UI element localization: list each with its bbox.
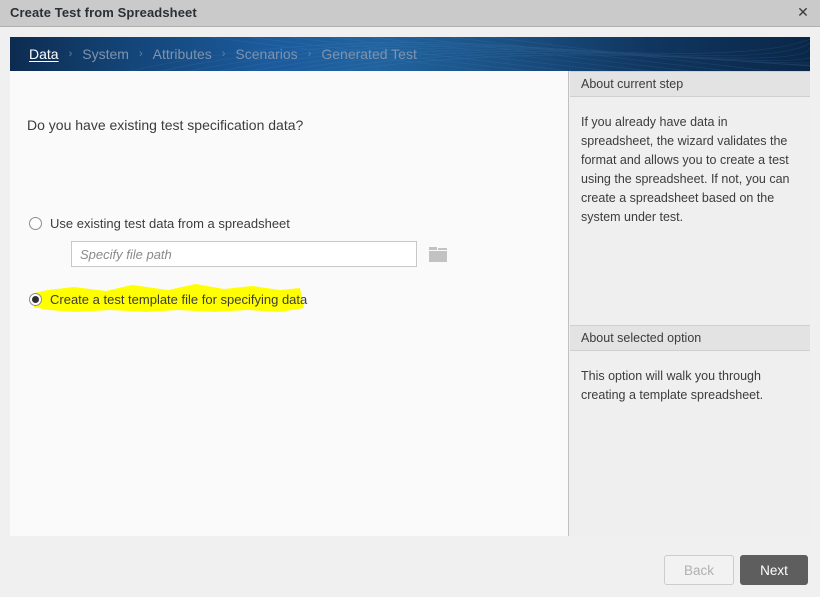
radio-label-create-template[interactable]: Create a test template file for specifyi… [50,292,307,307]
sidebar-section-body-current-step: If you already have data in spreadsheet,… [570,97,810,241]
radio-option-use-existing[interactable]: Use existing test data from a spreadshee… [29,216,290,231]
sidebar-section-body-selected-option: This option will walk you through creati… [570,351,810,419]
help-sidebar: About current step If you already have d… [570,71,810,536]
back-button[interactable]: Back [664,555,734,585]
breadcrumb-separator: › [213,48,235,60]
breadcrumb: Data › System › Attributes › Scenarios ›… [28,37,418,71]
wizard-banner: Data › System › Attributes › Scenarios ›… [10,37,810,71]
breadcrumb-separator: › [130,48,152,60]
breadcrumb-step-scenarios[interactable]: Scenarios [234,46,298,62]
radio-icon-unselected[interactable] [29,217,42,230]
radio-label-use-existing[interactable]: Use existing test data from a spreadshee… [50,216,290,231]
breadcrumb-step-attributes[interactable]: Attributes [152,46,213,62]
breadcrumb-separator: › [60,48,82,60]
sidebar-section-header-selected-option: About selected option [570,325,810,351]
file-path-input[interactable] [71,241,417,267]
breadcrumb-separator: › [299,48,321,60]
folder-icon-body [429,251,447,262]
window-title-bar: Create Test from Spreadsheet ✕ [0,0,820,27]
close-icon[interactable]: ✕ [792,3,814,24]
breadcrumb-step-system[interactable]: System [81,46,130,62]
breadcrumb-step-data[interactable]: Data [28,46,60,62]
radio-icon-selected[interactable] [29,293,42,306]
sidebar-section-header-current-step: About current step [570,71,810,97]
folder-icon[interactable] [429,247,447,262]
file-path-row [71,241,447,267]
dialog-footer: Back Next [0,536,820,597]
page-title: Do you have existing test specification … [27,117,303,133]
breadcrumb-step-generated-test: Generated Test [320,46,417,62]
window-title: Create Test from Spreadsheet [10,5,197,20]
folder-icon-tab [429,247,437,250]
sidebar-spacer [570,241,810,325]
radio-option-create-template[interactable]: Create a test template file for specifyi… [29,292,307,307]
folder-icon-top [438,248,447,250]
next-button[interactable]: Next [740,555,808,585]
main-content-panel: Do you have existing test specification … [10,71,569,536]
